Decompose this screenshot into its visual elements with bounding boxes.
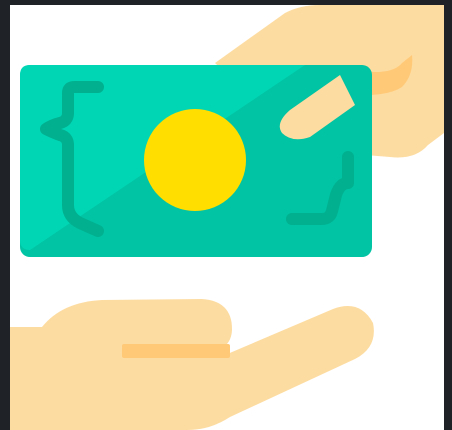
receiving-hand-icon	[10, 299, 374, 430]
coin-icon	[144, 109, 246, 211]
image-frame	[0, 0, 452, 430]
money-payment-icon	[10, 5, 444, 430]
illustration-canvas	[10, 5, 444, 430]
